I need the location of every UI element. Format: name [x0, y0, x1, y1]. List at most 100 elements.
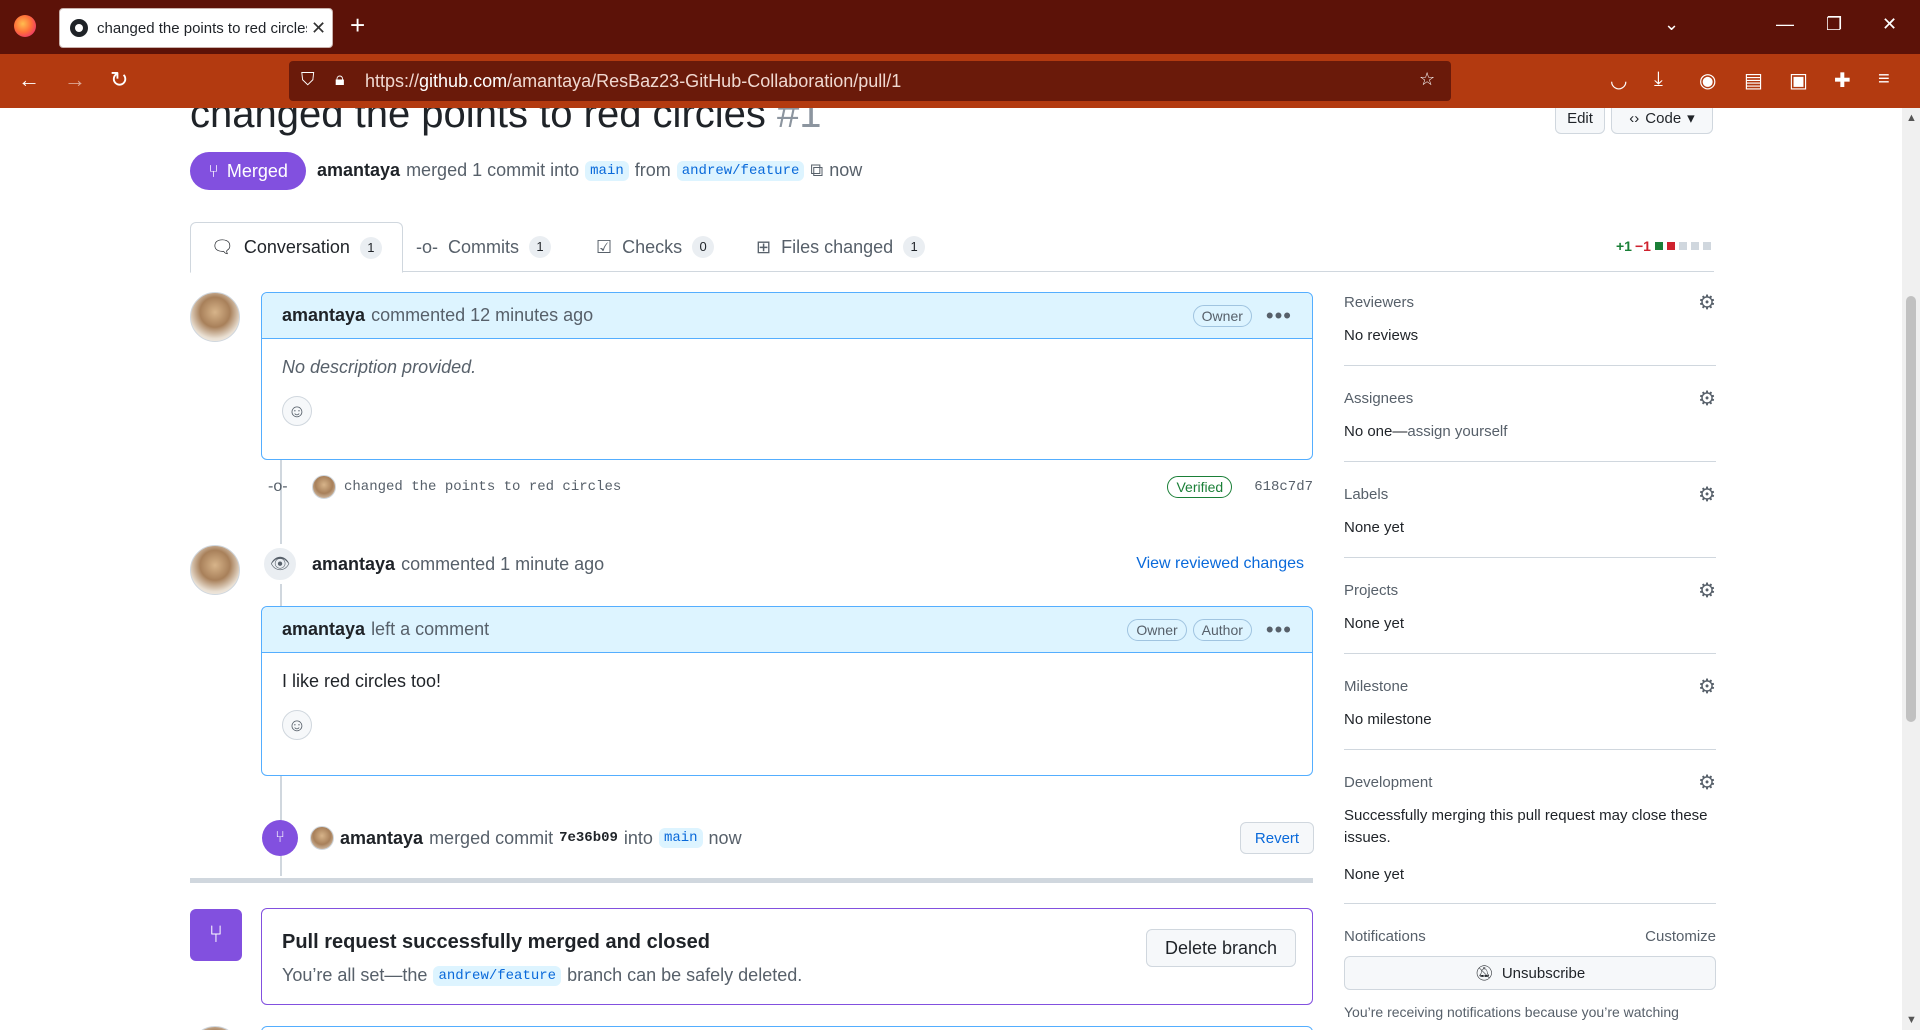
scrollbar-thumb[interactable]	[1906, 296, 1916, 722]
review-author[interactable]: amantaya	[312, 554, 395, 575]
scroll-down-arrow-icon[interactable]: ▼	[1906, 1014, 1917, 1026]
sidebar-heading[interactable]: Reviewers	[1344, 294, 1414, 311]
tab-title: changed the points to red circles	[97, 19, 307, 37]
sidebar-projects: Projects ⚙ None yet	[1344, 558, 1716, 654]
head-branch[interactable]: andrew/feature	[676, 160, 805, 181]
avatar[interactable]	[190, 292, 240, 342]
merge-author[interactable]: amantaya	[340, 828, 423, 849]
scroll-up-arrow-icon[interactable]: ▲	[1906, 112, 1917, 124]
comment-body: I like red circles too! ☺	[262, 653, 1312, 756]
base-branch[interactable]: main	[585, 160, 629, 181]
git-commit-icon: -o-	[416, 236, 438, 257]
avatar[interactable]	[190, 1026, 240, 1030]
back-arrow-icon[interactable]: ←	[18, 66, 40, 94]
pocket-icon[interactable]: ◡	[1610, 68, 1627, 93]
close-tab-icon[interactable]: ✕	[311, 18, 326, 39]
unsubscribe-button[interactable]: 🔕︎ Unsubscribe	[1344, 956, 1716, 990]
gear-icon[interactable]: ⚙	[1698, 674, 1716, 699]
kebab-menu-icon[interactable]: •••	[1266, 618, 1292, 640]
page-scrollbar[interactable]: ▲ ▼	[1902, 108, 1920, 1030]
comment-timestamp[interactable]: commented 12 minutes ago	[371, 305, 593, 326]
gear-icon[interactable]: ⚙	[1698, 290, 1716, 315]
app-menu-icon[interactable]: ≡	[1878, 68, 1890, 91]
assign-yourself-link[interactable]: assign yourself	[1407, 423, 1507, 440]
revert-button[interactable]: Revert	[1240, 822, 1314, 854]
lock-icon[interactable]: 🔒︎	[335, 69, 345, 90]
commit-message-link[interactable]: changed the points to red circles	[344, 479, 621, 495]
sidebar-development: Development ⚙ Successfully merging this …	[1344, 750, 1716, 904]
comment-discussion-icon: 🗨︎	[211, 237, 234, 257]
gear-icon[interactable]: ⚙	[1698, 770, 1716, 795]
url-bar[interactable]: ⛉ 🔒︎ https://github.com/amantaya/ResBaz2…	[289, 61, 1451, 101]
review-event-row: 👁︎ amantaya commented 1 minute ago View …	[262, 546, 1314, 582]
pr-author-link[interactable]: amantaya	[317, 160, 400, 181]
extension-panel-icon[interactable]: ▣	[1789, 68, 1808, 93]
merged-branch[interactable]: andrew/feature	[433, 965, 562, 986]
sidebar-heading[interactable]: Projects	[1344, 582, 1398, 599]
gear-icon[interactable]: ⚙	[1698, 386, 1716, 411]
avatar[interactable]	[190, 545, 240, 595]
pr-title-text: changed the points to red circles	[190, 108, 766, 136]
extension-doc-icon[interactable]: ▤	[1744, 68, 1763, 93]
forward-arrow-icon[interactable]: →	[64, 66, 86, 94]
gear-icon[interactable]: ⚙	[1698, 578, 1716, 603]
merge-event-row: ⑂ amantaya merged commit 7e36b09 into ma…	[262, 820, 1314, 856]
firefox-logo-icon[interactable]	[14, 15, 36, 37]
extension-mask-icon[interactable]: ◉	[1699, 68, 1716, 93]
bookmark-star-icon[interactable]: ☆	[1419, 69, 1435, 90]
owner-badge: Owner	[1192, 304, 1252, 327]
review-timestamp[interactable]: commented 1 minute ago	[401, 554, 604, 575]
extensions-puzzle-icon[interactable]: ✚	[1834, 68, 1851, 93]
minimize-window-icon[interactable]: —	[1776, 14, 1794, 34]
kebab-menu-icon[interactable]: •••	[1266, 304, 1292, 326]
sidebar-heading[interactable]: Development	[1344, 774, 1432, 791]
unsubscribe-label: Unsubscribe	[1501, 964, 1586, 982]
tab-files-changed[interactable]: ⊞ Files changed 1	[736, 222, 945, 272]
downloads-icon[interactable]: ⤓	[1654, 68, 1663, 91]
diffstat-square-neutral	[1690, 242, 1699, 250]
pr-time: now	[829, 160, 863, 180]
sidebar-value: None yet	[1344, 866, 1405, 883]
tab-commits[interactable]: -o- Commits 1	[396, 222, 571, 272]
edit-title-button[interactable]: Edit	[1555, 108, 1605, 134]
avatar[interactable]	[310, 826, 334, 850]
verified-badge[interactable]: Verified	[1167, 476, 1233, 498]
list-tabs-chevron-icon[interactable]: ⌄	[1664, 14, 1679, 35]
tab-conversation[interactable]: 🗨︎ Conversation 1	[190, 222, 403, 273]
sidebar-labels: Labels ⚙ None yet	[1344, 462, 1716, 558]
sidebar-notifications: Notifications Customize 🔕︎ Unsubscribe Y…	[1344, 904, 1716, 1024]
view-reviewed-changes-link[interactable]: View reviewed changes	[1136, 555, 1304, 573]
sidebar-heading[interactable]: Labels	[1344, 486, 1388, 503]
copy-icon[interactable]: ⧉	[810, 160, 823, 181]
merge-commit-sha[interactable]: 7e36b09	[559, 830, 618, 846]
author-badge: Author	[1192, 618, 1252, 641]
reload-icon[interactable]: ↻	[110, 66, 128, 94]
new-tab-button[interactable]: +	[350, 10, 365, 40]
code-dropdown-button[interactable]: ‹› Code ▾	[1611, 108, 1713, 134]
sidebar-value: No reviews	[1344, 327, 1419, 344]
comment-header: amantaya left a comment Owner Author •••	[262, 607, 1312, 653]
customize-link[interactable]: Customize	[1645, 928, 1716, 945]
sidebar-heading[interactable]: Assignees	[1344, 390, 1413, 407]
comment-author[interactable]: amantaya	[282, 305, 365, 326]
avatar[interactable]	[312, 475, 336, 499]
add-reaction-smiley-icon[interactable]: ☺	[282, 710, 312, 740]
merged-status-title: Pull request successfully merged and clo…	[282, 931, 710, 953]
commit-sha-link[interactable]: 618c7d7	[1254, 479, 1313, 495]
delete-branch-button[interactable]: Delete branch	[1146, 929, 1296, 967]
browser-tab-active[interactable]: changed the points to red circles ✕	[59, 8, 333, 48]
tab-checks[interactable]: ☑ Checks 0	[576, 222, 734, 272]
merge-target-branch[interactable]: main	[658, 828, 703, 848]
shield-icon[interactable]: ⛉	[301, 69, 315, 90]
gear-icon[interactable]: ⚙	[1698, 482, 1716, 507]
tab-label: Files changed	[781, 236, 894, 257]
add-reaction-smiley-icon[interactable]: ☺	[282, 396, 312, 426]
sidebar-value: No one—assign yourself	[1344, 423, 1507, 440]
owner-badge: Owner	[1127, 618, 1187, 641]
comment-author[interactable]: amantaya	[282, 619, 365, 640]
url-text[interactable]: https://github.com/amantaya/ResBaz23-Git…	[365, 71, 901, 92]
close-window-icon[interactable]: ✕	[1882, 14, 1897, 34]
sidebar-heading[interactable]: Milestone	[1344, 678, 1408, 695]
comment-header: amantaya commented 12 minutes ago Owner …	[262, 293, 1312, 339]
restore-window-icon[interactable]: ❐	[1826, 14, 1842, 34]
